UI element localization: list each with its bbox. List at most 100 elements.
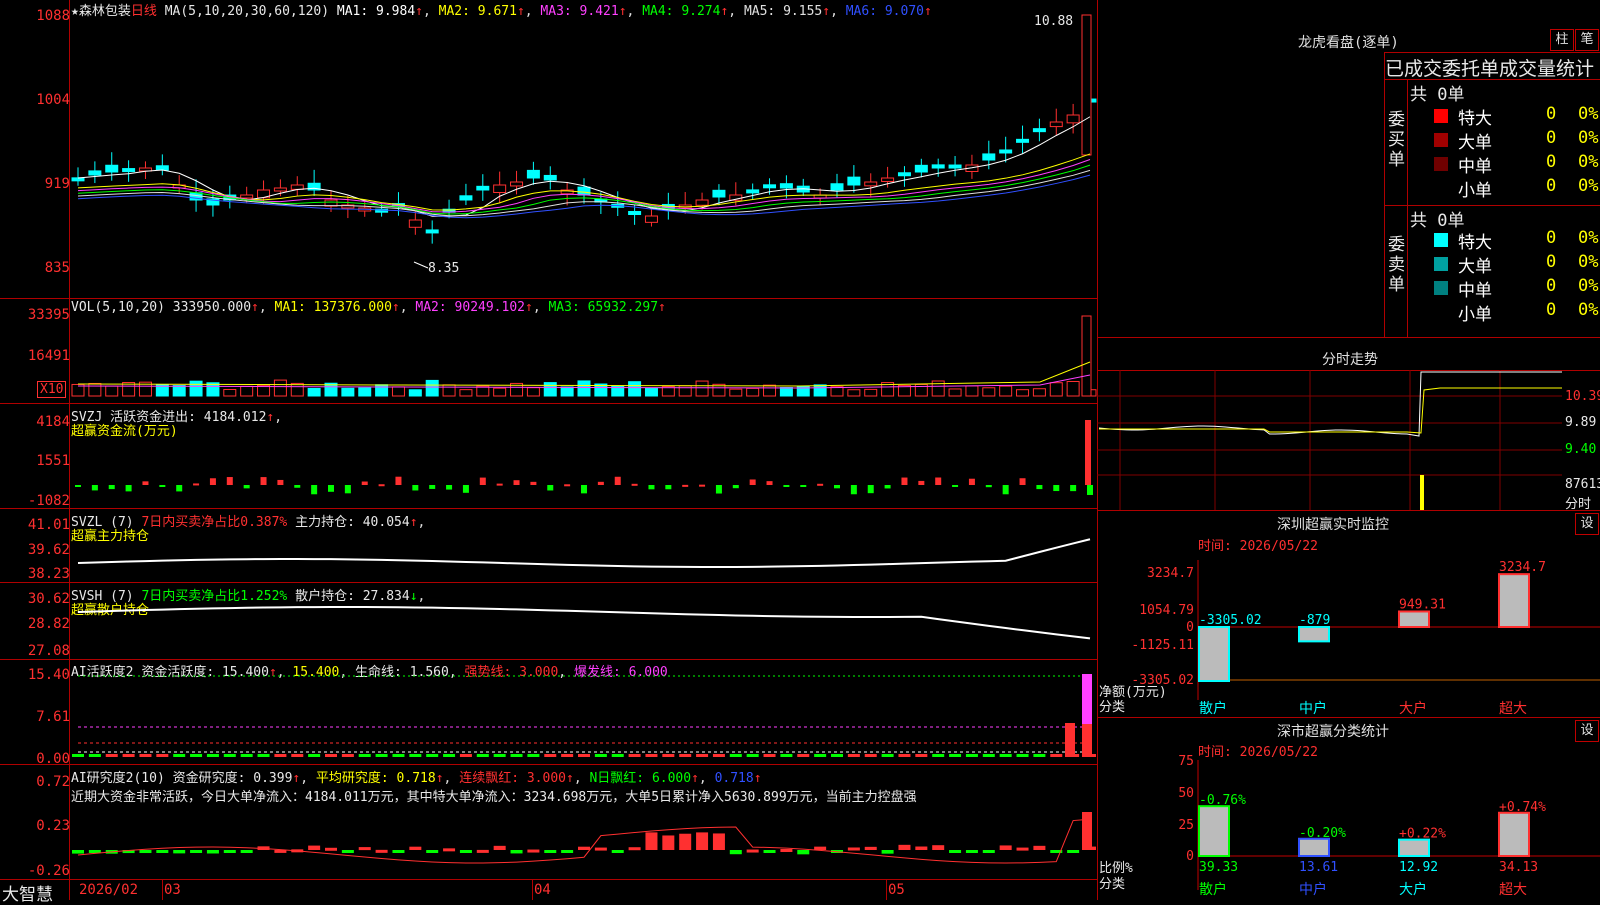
candle-body [712,189,726,198]
sz-monitor-ytick: 1054.79 [1139,603,1194,618]
candle-body [543,174,557,181]
research-bar [561,850,574,853]
sz-class-time: 时间: 2026/05/22 [1198,745,1318,760]
monitor-category: 超大 [1499,701,1527,717]
activity-bar [426,754,439,757]
class-category: 大户 [1399,881,1427,898]
activity-bar [797,754,810,757]
order-size-label: 大单 [1458,133,1492,153]
research-bar [1033,845,1046,850]
candle-body [999,149,1013,154]
order-row: 特大 0 0% [1434,104,1600,129]
research-bar [375,849,388,853]
tick-mode-button[interactable]: 笔 [1575,29,1599,51]
flow-bar [496,483,503,486]
divider-line [1097,0,1098,900]
sz-class-settings-button[interactable]: 设 [1575,720,1599,742]
class-change: -0.76% [1199,793,1246,808]
research-bar [510,850,523,854]
volume-bar [223,388,237,397]
activity-bar [527,754,540,757]
class-bar [1198,805,1230,858]
sz-class-ytick: 50 [1178,786,1194,801]
order-row: 中单 0 0% [1434,276,1600,301]
bar-mode-button[interactable]: 柱 [1550,29,1574,51]
activity-bar [1082,674,1092,724]
flow-bar [547,485,554,491]
flow-bar [361,481,368,485]
order-pct: 0% [1578,252,1599,272]
research-bar [426,850,439,853]
flow-bar [850,485,857,495]
volume-bar [88,382,102,397]
volume-bar [1032,388,1046,397]
swatch-icon [1434,109,1448,123]
candle-body [695,199,709,206]
monitor-category: 大户 [1399,700,1427,717]
main-chart[interactable] [0,0,1097,900]
swatch-icon [1434,233,1448,247]
research-bar [898,844,911,850]
activity-bar [881,754,894,757]
activity-bar [982,754,995,757]
flow-bar [749,479,756,485]
activity-bar [611,754,624,757]
flow-bar [429,485,436,489]
volume-bar [1066,380,1080,397]
candle-body [105,164,119,173]
monitor-value: -3305.02 [1199,613,1262,628]
flow-bar [968,478,975,485]
sz-monitor-time: 时间: 2026/05/22 [1198,539,1318,554]
activity-bar [206,754,219,757]
sz-monitor-settings-button[interactable]: 设 [1575,513,1599,535]
lhkp-title: 龙虎看盘(逐单) [1298,35,1399,51]
sz-class-ytick: 25 [1178,818,1194,833]
activity-bar [712,754,725,757]
flow-bar [665,485,672,490]
volume-bar [982,387,996,397]
volume-bar [763,384,777,397]
order-size-label: 特大 [1458,233,1492,253]
sz-class-ytick: 75 [1178,754,1194,769]
order-count: 0 [1546,252,1557,272]
order-row: 大单 0 0% [1434,128,1600,153]
order-row: 特大 0 0% [1434,228,1600,253]
flow-bar [732,485,739,489]
class-change: +0.74% [1499,800,1546,815]
candle-body [408,219,422,228]
research-bar [932,845,945,850]
activity-bar [544,754,557,757]
class-bar [1398,838,1430,857]
candle-body [948,164,962,169]
order-size-label: 大单 [1458,257,1492,277]
flow-bar [564,484,571,487]
flow-bar [513,480,520,485]
flow-bar [581,485,587,494]
volume-bar [459,389,473,397]
class-bar [1298,837,1330,858]
class-change: -0.20% [1299,826,1346,841]
flow-bar [817,483,824,486]
sz-monitor-legend: 分类 [1099,700,1126,715]
flow-bar [75,485,81,487]
activity-bar [965,754,978,757]
activity-bar [88,754,101,757]
flow-bar [867,485,874,494]
flow-bar [328,485,334,492]
retail-line [77,606,1091,640]
research-bar [578,846,590,850]
flow-bar [311,485,318,495]
flow-bar [682,484,689,487]
research-bar [814,846,827,850]
candle-body [493,184,507,193]
research-bar [156,850,169,853]
candle-body [644,215,658,223]
activity-bar [1065,723,1075,757]
activity-bar [679,754,692,757]
candle-body [628,211,642,216]
research-bar [493,845,506,850]
volume-bar [341,387,355,397]
order-row: 小单 0 0% [1434,176,1600,201]
volume-bar [493,387,507,397]
activity-bar [1082,724,1092,757]
